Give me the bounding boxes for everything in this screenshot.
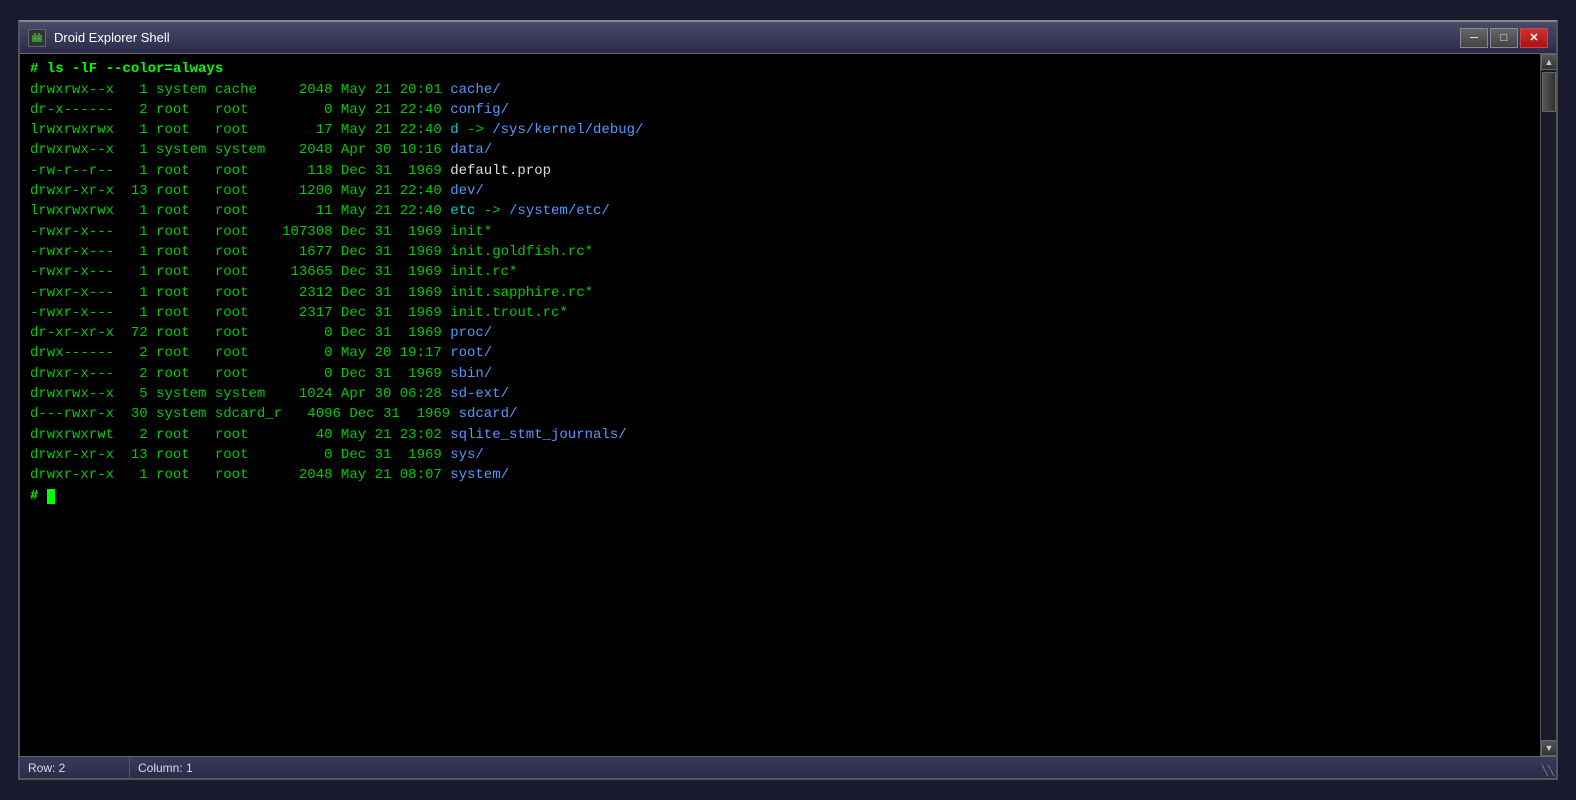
prompt-line: # xyxy=(30,486,1530,506)
status-row: Row: 2 xyxy=(20,757,130,778)
scroll-up-button[interactable]: ▲ xyxy=(1541,54,1556,70)
list-item: drwxr-xr-x 13 root root 1200 May 21 22:4… xyxy=(30,181,1530,201)
minimize-button[interactable]: ─ xyxy=(1460,28,1488,48)
window-title: Droid Explorer Shell xyxy=(54,30,1460,45)
list-item: -rwxr-x--- 1 root root 13665 Dec 31 1969… xyxy=(30,262,1530,282)
statusbar: Row: 2 Column: 1 ╲╲ xyxy=(20,756,1556,778)
list-item: drwx------ 2 root root 0 May 20 19:17 ro… xyxy=(30,343,1530,363)
list-item: -rwxr-x--- 1 root root 1677 Dec 31 1969 … xyxy=(30,242,1530,262)
list-item: drwxr-x--- 2 root root 0 Dec 31 1969 sbi… xyxy=(30,364,1530,384)
list-item: d---rwxr-x 30 system sdcard_r 4096 Dec 3… xyxy=(30,404,1530,424)
list-item: drwxr-xr-x 13 root root 0 Dec 31 1969 sy… xyxy=(30,445,1530,465)
close-button[interactable]: ✕ xyxy=(1520,28,1548,48)
maximize-button[interactable]: □ xyxy=(1490,28,1518,48)
list-item: lrwxrwxrwx 1 root root 11 May 21 22:40 e… xyxy=(30,201,1530,221)
list-item: -rwxr-x--- 1 root root 107308 Dec 31 196… xyxy=(30,222,1530,242)
scrollbar: ▲ ▼ xyxy=(1540,54,1556,756)
titlebar: Droid Explorer Shell ─ □ ✕ xyxy=(20,22,1556,54)
resize-icon: ╲╲ xyxy=(1542,766,1554,777)
resize-handle[interactable]: ╲╲ xyxy=(1542,757,1556,779)
list-item: -rwxr-x--- 1 root root 2317 Dec 31 1969 … xyxy=(30,303,1530,323)
list-item: drwxrwx--x 1 system cache 2048 May 21 20… xyxy=(30,80,1530,100)
window-controls: ─ □ ✕ xyxy=(1460,28,1548,48)
scroll-thumb[interactable] xyxy=(1542,72,1556,112)
scroll-track[interactable] xyxy=(1541,70,1556,740)
status-col: Column: 1 xyxy=(130,761,1542,775)
list-item: -rwxr-x--- 1 root root 2312 Dec 31 1969 … xyxy=(30,283,1530,303)
main-area: # ls -lF --color=alwaysdrwxrwx--x 1 syst… xyxy=(20,54,1556,756)
terminal-output[interactable]: # ls -lF --color=alwaysdrwxrwx--x 1 syst… xyxy=(20,54,1540,756)
scroll-down-button[interactable]: ▼ xyxy=(1541,740,1556,756)
list-item: drwxrwx--x 5 system system 1024 Apr 30 0… xyxy=(30,384,1530,404)
main-window: Droid Explorer Shell ─ □ ✕ # ls -lF --co… xyxy=(18,20,1558,780)
list-item: drwxrwx--x 1 system system 2048 Apr 30 1… xyxy=(30,140,1530,160)
list-item: -rw-r--r-- 1 root root 118 Dec 31 1969 d… xyxy=(30,161,1530,181)
list-item: drwxrwxrwt 2 root root 40 May 21 23:02 s… xyxy=(30,425,1530,445)
app-icon xyxy=(28,29,46,47)
list-item: dr-xr-xr-x 72 root root 0 Dec 31 1969 pr… xyxy=(30,323,1530,343)
cursor xyxy=(47,489,55,504)
list-item: lrwxrwxrwx 1 root root 17 May 21 22:40 d… xyxy=(30,120,1530,140)
command-line: # ls -lF --color=always xyxy=(30,60,1530,80)
list-item: drwxr-xr-x 1 root root 2048 May 21 08:07… xyxy=(30,465,1530,485)
list-item: dr-x------ 2 root root 0 May 21 22:40 co… xyxy=(30,100,1530,120)
